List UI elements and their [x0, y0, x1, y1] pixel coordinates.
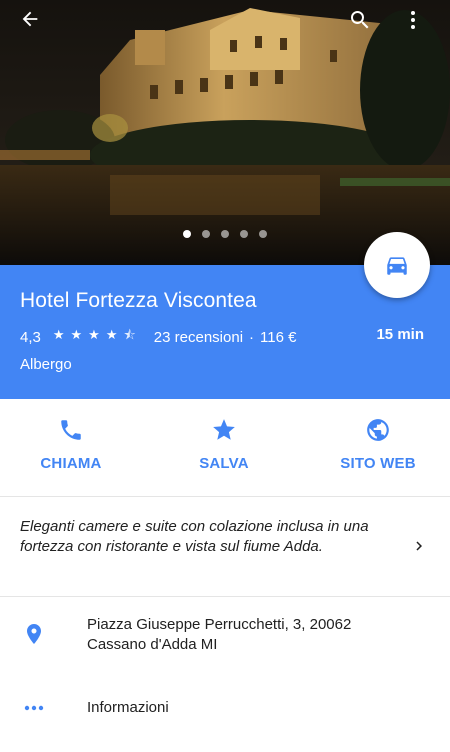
pager-dot[interactable] — [240, 230, 248, 238]
info-row[interactable]: Informazioni — [0, 680, 450, 740]
place-category: Albergo — [20, 356, 72, 373]
place-title: Hotel Fortezza Viscontea — [20, 289, 257, 312]
search-icon — [351, 11, 369, 29]
save-label: SALVA — [199, 455, 249, 472]
star-icon: ★ — [52, 327, 71, 342]
pager-dot[interactable] — [259, 230, 267, 238]
more-vert-icon — [411, 11, 415, 29]
pager-dot[interactable] — [202, 230, 210, 238]
more-options-button[interactable] — [401, 8, 431, 38]
globe-icon — [367, 419, 389, 441]
review-count: 23 recensioni — [153, 328, 244, 346]
location-pin-icon — [27, 624, 41, 644]
price: 116 € — [260, 328, 297, 346]
website-label: SITO WEB — [340, 455, 416, 472]
call-button[interactable]: CHIAMA — [11, 417, 131, 472]
phone-icon — [61, 420, 81, 440]
address-line-1: Piazza Giuseppe Perrucchetti, 3, 20062 — [87, 616, 352, 633]
more-horiz-icon — [24, 705, 44, 711]
address-line-2: Cassano d'Adda MI — [87, 636, 218, 653]
rating-value: 4,3 — [20, 328, 41, 346]
rating-row[interactable]: 4,3 ★★★★⯪ 23 recensioni · 116 € — [20, 326, 296, 348]
call-label: CHIAMA — [40, 455, 102, 472]
chevron-right-icon — [416, 541, 422, 551]
back-button[interactable] — [19, 8, 49, 38]
drive-time: 15 min — [376, 326, 424, 343]
place-description: Eleganti camere e suite con colazione in… — [20, 518, 369, 555]
pager-dot[interactable] — [183, 230, 191, 238]
star-half-icon: ⯪ — [123, 327, 142, 342]
star-icon: ★ — [70, 327, 89, 342]
description-row[interactable]: Eleganti camere e suite con colazione in… — [0, 497, 450, 597]
action-bar: CHIAMA SALVA SITO WEB — [0, 399, 450, 497]
arrow-back-icon — [22, 11, 38, 27]
address-row[interactable]: Piazza Giuseppe Perrucchetti, 3, 20062 C… — [0, 597, 450, 677]
star-icon — [213, 419, 235, 440]
directions-button[interactable] — [364, 232, 430, 298]
info-label: Informazioni — [87, 699, 169, 716]
place-photo[interactable] — [0, 0, 450, 265]
pager-dot[interactable] — [221, 230, 229, 238]
castle-photo-illustration — [0, 0, 450, 265]
search-button[interactable] — [348, 8, 378, 38]
rating-stars: ★★★★⯪ — [53, 326, 142, 348]
car-icon — [387, 257, 407, 275]
save-button[interactable]: SALVA — [164, 417, 284, 472]
separator: · — [249, 328, 255, 346]
star-icon: ★ — [105, 327, 124, 342]
star-icon: ★ — [88, 327, 106, 342]
website-button[interactable]: SITO WEB — [318, 417, 438, 472]
